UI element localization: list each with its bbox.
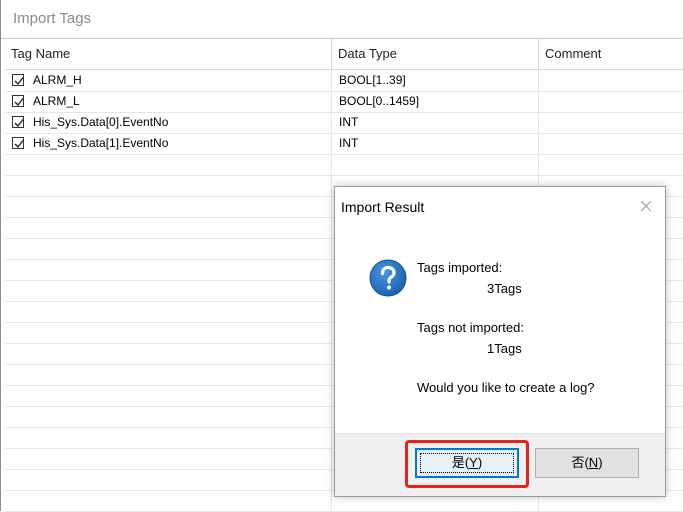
data-type-cell[interactable]: INT	[332, 112, 539, 133]
tag-name-cell[interactable]	[5, 301, 332, 322]
window-titlebar: Import Tags	[1, 0, 683, 39]
row-checkbox[interactable]	[12, 74, 24, 86]
tag-name-cell[interactable]	[5, 175, 332, 196]
focus-indicator	[420, 453, 514, 473]
table-row[interactable]: ALRM_H BOOL[1..39]	[5, 70, 683, 92]
data-type-cell[interactable]: BOOL[0..1459]	[332, 91, 539, 112]
window-title: Import Tags	[13, 10, 92, 27]
tag-name-cell[interactable]: ALRM_H	[5, 70, 332, 91]
comment-cell[interactable]	[539, 70, 683, 91]
comment-cell[interactable]	[539, 154, 683, 175]
table-row[interactable]: His_Sys.Data[0].EventNo INT	[5, 112, 683, 134]
tag-name-cell[interactable]	[5, 280, 332, 301]
column-header-data-type[interactable]: Data Type	[332, 39, 539, 69]
data-type-cell[interactable]: BOOL[1..39]	[332, 70, 539, 91]
tag-name-cell[interactable]	[5, 364, 332, 385]
tag-name-cell[interactable]	[5, 322, 332, 343]
tag-name-cell[interactable]: His_Sys.Data[0].EventNo	[5, 112, 332, 133]
tag-name-cell[interactable]	[5, 469, 332, 490]
comment-cell[interactable]	[539, 133, 683, 154]
tag-name-cell[interactable]	[5, 490, 332, 511]
tag-name-cell[interactable]	[5, 238, 332, 259]
column-header-tag-name[interactable]: Tag Name	[5, 39, 332, 69]
comment-cell[interactable]	[539, 91, 683, 112]
grid-header: Tag Name Data Type Comment	[5, 39, 683, 70]
table-row[interactable]: ALRM_L BOOL[0..1459]	[5, 91, 683, 113]
log-question: Would you like to create a log?	[417, 380, 595, 395]
no-accelerator: N	[588, 455, 599, 470]
tag-name-cell[interactable]	[5, 217, 332, 238]
data-type-cell[interactable]: INT	[332, 133, 539, 154]
dialog-title: Import Result	[341, 199, 425, 215]
no-button[interactable]: 否(N)	[535, 448, 639, 478]
tag-name-cell[interactable]	[5, 259, 332, 280]
tag-name-cell[interactable]	[5, 343, 332, 364]
data-type-cell[interactable]	[332, 154, 539, 175]
question-icon	[369, 259, 407, 297]
tag-name-cell[interactable]: His_Sys.Data[1].EventNo	[5, 133, 332, 154]
row-checkbox[interactable]	[12, 137, 24, 149]
row-checkbox[interactable]	[12, 95, 24, 107]
close-icon[interactable]	[639, 199, 653, 213]
tag-name-cell[interactable]	[5, 427, 332, 448]
tag-name-cell[interactable]	[5, 196, 332, 217]
no-label-close: )	[598, 455, 603, 470]
column-header-comment[interactable]: Comment	[539, 39, 683, 69]
import-tags-window: Import Tags Tag Name Data Type Comment A…	[0, 0, 683, 512]
tag-name-cell[interactable]	[5, 385, 332, 406]
yes-button[interactable]: 是(Y)	[415, 448, 519, 478]
no-label: 否(	[571, 455, 589, 470]
tag-name-cell[interactable]	[5, 448, 332, 469]
tag-name-cell[interactable]: ALRM_L	[5, 91, 332, 112]
tag-name-cell[interactable]	[5, 406, 332, 427]
table-row[interactable]: His_Sys.Data[1].EventNo INT	[5, 133, 683, 155]
imported-label: Tags imported:	[417, 260, 503, 275]
import-result-dialog: Import Result Tags imported: 3Tags Tags …	[334, 186, 666, 497]
row-checkbox[interactable]	[12, 116, 24, 128]
comment-cell[interactable]	[539, 112, 683, 133]
imported-count: 3Tags	[487, 281, 522, 296]
table-row[interactable]	[5, 154, 683, 176]
not-imported-count: 1Tags	[487, 341, 522, 356]
tag-name-cell[interactable]	[5, 154, 332, 175]
dialog-footer: 是(Y) 否(N)	[335, 433, 665, 496]
not-imported-label: Tags not imported:	[417, 320, 524, 335]
